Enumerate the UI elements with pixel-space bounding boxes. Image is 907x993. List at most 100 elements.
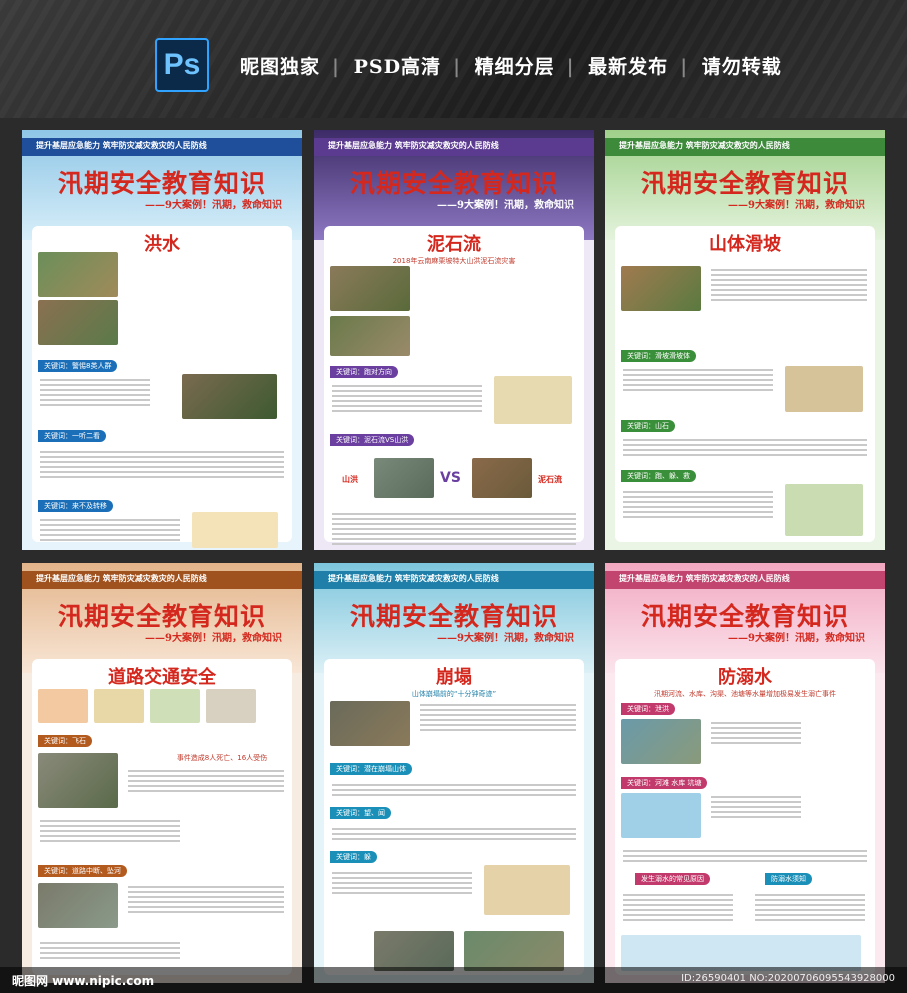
- poster-title: 汛期安全教育知识: [57, 169, 266, 198]
- mudslide-photo: [330, 316, 410, 356]
- section-topic: 事件造成8人死亡、16人受伤: [176, 754, 268, 762]
- traffic-illustration: [94, 689, 144, 723]
- collapse-illustration: [484, 865, 570, 915]
- evacuation-illustration: [192, 512, 278, 548]
- keyword-tag: 关键词：潜在崩塌山体: [330, 763, 412, 775]
- vs-label-left: 山洪: [342, 475, 358, 484]
- mudslide-photo: [330, 266, 410, 311]
- poster-landslide: 提升基层应急能力 筑牢防灾减灾救灾的人民防线 汛期安全教育知识 ——9大案例！汛…: [605, 130, 885, 550]
- collapse-photo: [464, 931, 564, 971]
- text-block: [332, 869, 472, 897]
- poster-body: 道路交通安全 关键词：飞石 事件造成8人死亡、16人受伤 关键词：道路中断、坠河: [32, 659, 292, 975]
- keyword-tag: 关键词：警惕8类人群: [38, 360, 118, 372]
- section-title: 泥石流: [427, 234, 481, 255]
- text-block: [623, 847, 867, 865]
- keyword-tag: 关键词：跑、躲、救: [621, 470, 696, 482]
- section-title: 崩塌: [436, 667, 472, 688]
- poster-body: 洪水 关键词：警惕8类人群 关键词：一听二看 关键词：来不及转移: [32, 226, 292, 548]
- poster-subtitle: ——9大案例！汛期，救命知识: [728, 633, 865, 644]
- tag-2: PSD高清: [353, 56, 442, 78]
- text-block: [332, 781, 576, 799]
- watermark-site: 昵图网 www.nipic.com: [12, 974, 155, 988]
- collapse-photo: [330, 701, 410, 746]
- flash-flood-photo: [374, 458, 434, 498]
- text-block: [40, 376, 150, 409]
- flood-photo: [38, 252, 118, 297]
- poster-title: 汛期安全教育知识: [349, 602, 558, 631]
- text-block: [623, 891, 733, 924]
- poster-body: 崩塌 山体崩塌前的“十分钟奇迹” 关键词：潜在崩塌山体 关键词：望、闻 关键词：…: [324, 659, 584, 975]
- road-flood-photo: [38, 883, 118, 928]
- poster-kicker: 提升基层应急能力 筑牢防灾减灾救灾的人民防线: [619, 574, 790, 583]
- text-block: [623, 488, 773, 521]
- poster-drowning: 提升基层应急能力 筑牢防灾减灾救灾的人民防线 汛期安全教育知识 ——9大案例！汛…: [605, 563, 885, 983]
- poster-subtitle: ——9大案例！汛期，救命知识: [437, 633, 574, 644]
- photoshop-logo-icon: Ps: [155, 38, 209, 92]
- collapse-photo: [374, 931, 454, 971]
- running-illustration: [494, 376, 572, 424]
- poster-kicker: 提升基层应急能力 筑牢防灾减灾救灾的人民防线: [36, 574, 207, 583]
- spillway-photo: [621, 719, 701, 764]
- section-title: 山体滑坡: [709, 234, 781, 255]
- text-block: [128, 883, 284, 916]
- section-topic: 2018年云南麻栗坡特大山洪泥石流灾害: [392, 257, 516, 265]
- text-block: [711, 793, 801, 821]
- swimming-illustration: [621, 793, 701, 838]
- text-block: [623, 366, 773, 394]
- flood-photo: [38, 300, 118, 345]
- poster-body: 山体滑坡 关键词：滑坡滑坡体 关键词：山石 关键词：跑、躲、救: [615, 226, 875, 542]
- section-title: 道路交通安全: [108, 667, 216, 688]
- poster-title: 汛期安全教育知识: [57, 602, 266, 631]
- separator: |: [453, 56, 461, 78]
- poster-collapse: 提升基层应急能力 筑牢防灾减灾救灾的人民防线 汛期安全教育知识 ——9大案例！汛…: [314, 563, 594, 983]
- poster-subtitle: ——9大案例！汛期，救命知识: [145, 200, 282, 211]
- tag-5: 请勿转载: [701, 56, 782, 78]
- section-title: 防溺水: [718, 667, 772, 688]
- keyword-tag: 关键词：飞石: [38, 735, 92, 747]
- vs-label-right: 泥石流: [538, 475, 562, 484]
- text-block: [755, 891, 865, 924]
- section-topic: 山体崩塌前的“十分钟奇迹”: [411, 690, 497, 698]
- escape-illustration: [785, 484, 863, 536]
- banner-tagline: 昵图独家 | PSD高清 | 精细分层 | 最新发布 | 请勿转载: [240, 52, 788, 79]
- poster-body: 泥石流 2018年云南麻栗坡特大山洪泥石流灾害 关键词：跑对方向 关键词：泥石流…: [324, 226, 584, 545]
- keyword-tag: 关键词：躲: [330, 851, 377, 863]
- poster-kicker: 提升基层应急能力 筑牢防灾减灾救灾的人民防线: [328, 141, 499, 150]
- poster-flood: 提升基层应急能力 筑牢防灾减灾救灾的人民防线 汛期安全教育知识 ——9大案例！汛…: [22, 130, 302, 550]
- keyword-tag: 发生溺水的常见原因: [635, 873, 710, 885]
- slope-illustration: [785, 366, 863, 412]
- text-block: [420, 701, 576, 734]
- poster-title: 汛期安全教育知识: [349, 169, 558, 198]
- keyword-tag: 防溺水须知: [765, 873, 812, 885]
- text-block: [40, 516, 180, 544]
- vs-label: VS: [440, 470, 461, 486]
- poster-subtitle: ——9大案例！汛期，救命知识: [728, 200, 865, 211]
- text-block: [40, 817, 180, 845]
- traffic-illustration: [206, 689, 256, 723]
- traffic-illustration: [38, 689, 88, 723]
- poster-subtitle: ——9大案例！汛期，救命知识: [437, 200, 574, 211]
- landslide-photo: [621, 266, 701, 311]
- poster-body: 防溺水 汛期河流、水库、沟渠、池塘等水量增加极易发生溺亡事件 关键词：泄洪 关键…: [615, 659, 875, 975]
- tag-1: 昵图独家: [240, 56, 321, 78]
- text-block: [332, 825, 576, 843]
- tag-3: 精细分层: [474, 56, 555, 78]
- traffic-illustration: [150, 689, 200, 723]
- tag-4: 最新发布: [588, 56, 669, 78]
- keyword-tag: 关键词：山石: [621, 420, 675, 432]
- keyword-tag: 关键词：道路中断、坠河: [38, 865, 127, 877]
- keyword-tag: 关键词：滑坡滑坡体: [621, 350, 696, 362]
- text-block: [623, 436, 867, 459]
- keyword-tag: 关键词：河滩 水库 坑塘: [621, 777, 708, 789]
- keyword-tag: 关键词：泥石流VS山洪: [330, 434, 415, 446]
- separator: |: [566, 56, 575, 78]
- keyword-tag: 关键词：跑对方向: [330, 366, 398, 378]
- keyword-tag: 关键词：一听二看: [38, 430, 106, 442]
- water-safety-illustration: [621, 935, 861, 971]
- text-block: [128, 767, 284, 795]
- keyword-tag: 关键词：来不及转移: [38, 500, 113, 512]
- text-block: [711, 719, 801, 747]
- separator: |: [680, 56, 689, 78]
- poster-traffic: 提升基层应急能力 筑牢防灾减灾救灾的人民防线 汛期安全教育知识 ——9大案例！汛…: [22, 563, 302, 983]
- keyword-tag: 关键词：望、闻: [330, 807, 391, 819]
